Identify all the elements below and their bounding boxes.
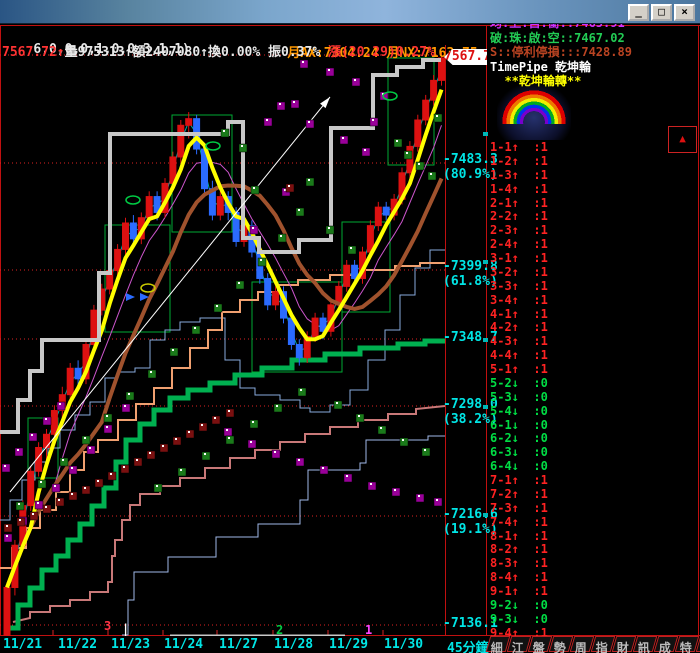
close-button[interactable]: × [674,4,695,21]
signal-row: 9-3↓ :0 [490,612,548,626]
signal-row: 8-2↑ :1 [490,542,548,556]
signal-row: 8-3↑ :1 [490,556,548,570]
rainbow-arch-icon [497,84,571,140]
signal-row: 4-3↑ :1 [490,334,548,348]
maximize-button[interactable]: □ [651,4,672,21]
signal-row: 2-1↑ :1 [490,196,548,210]
bottom-bar: 11/21 11/22 11/23 11/24 11/27 11/28 11/29 11/30… [0,636,700,653]
tab-strip[interactable]: 細江盤勢周指財訊成特解 [488,636,700,652]
signal-row: 3-3↑ :1 [490,279,548,293]
date-label: 11/24 [164,637,203,652]
date-label: 11/29 [329,637,368,652]
quote-segment: 7567.72 [2,45,57,60]
quote-segment: 換0.00% [208,45,268,60]
interval-label[interactable]: 45分鐘 [447,637,489,653]
quote-segment: 額2407080 [132,45,200,60]
signal-row: 8-4↑ :1 [490,570,548,584]
signal-row: 2-3↑ :1 [490,223,548,237]
signal-row: 8-1↑ :1 [490,529,548,543]
signal-row: 9-2↓ :0 [490,598,548,612]
signal-row: 7-3↑ :1 [490,501,548,515]
quote-line: 7567.72↑量975313↑額2407080↑換0.00% 振0.37% 漲… [2,41,435,60]
signal-row: 5-2↓ :0 [490,376,548,390]
date-label: 11/23 [111,637,150,652]
quote-segment: 振0.37% [268,45,328,60]
quote-segment: 漲(20.29)0.27% [328,45,435,60]
svg-text:1: 1 [365,623,372,636]
signal-row: 7-2↑ :1 [490,487,548,501]
signal-row: 5-4↓ :0 [490,404,548,418]
quote-segment: 量975313 [65,45,125,60]
svg-text:|: | [122,622,129,636]
signal-row: 4-2↑ :1 [490,320,548,334]
signal-row: 3-2↑ :1 [490,265,548,279]
signal-row: 5-1↑ :1 [490,362,548,376]
border-tick [483,405,488,409]
svg-text:3: 3 [104,619,111,633]
signal-row: 4-4↑ :1 [490,348,548,362]
quote-segment: ↑ [57,45,65,60]
signal-row: 2-2↑ :1 [490,209,548,223]
signal-row: 2-4↑ :1 [490,237,548,251]
signal-row: 7-4↑ :1 [490,515,548,529]
signal-row: 1-4↑ :1 [490,182,548,196]
right-border [698,25,699,652]
minimize-button[interactable]: _ [628,4,649,21]
signal-list[interactable]: 1-1↑ :11-2↑ :11-3↑ :11-4↑ :12-1↑ :12-2↑ … [490,140,548,640]
border-tick [483,132,488,136]
date-label: 11/28 [274,637,313,652]
scroll-up-button[interactable]: ▲ [668,126,697,153]
signal-row: 3-1↑ :1 [490,251,548,265]
last-price-tag: 7567.7 [444,49,487,65]
signal-row: 1-3↑ :1 [490,168,548,182]
date-label: 11/21 [3,637,42,652]
signal-row: 6-3↓ :0 [490,445,548,459]
date-label: 11/22 [58,637,97,652]
date-label: 11/30 [384,637,423,652]
quote-segment: ↑ [200,45,208,60]
svg-text:2: 2 [276,623,283,636]
trading-app-window: _ □ × 6,0,0,0,1,0,0,3,1,1) 月AX:7304.24 月… [0,0,700,653]
signal-row: 1-2↑ :1 [490,154,548,168]
border-tick [483,513,488,517]
signal-row: 1-1↑ :1 [490,140,548,154]
chart-canvas[interactable]: 3 2 1 | [0,45,446,636]
signal-row: 9-1↑ :1 [490,584,548,598]
border-tick [483,260,488,264]
signal-row: 6-4↓ :0 [490,459,548,473]
border-tick [483,338,488,342]
signal-row: 6-2↓ :0 [490,431,548,445]
signal-row: 7-1↑ :1 [490,473,548,487]
title-bar[interactable]: _ □ × [0,0,700,24]
signal-row: 3-4↑ :1 [490,293,548,307]
signal-row: 5-3↓ :0 [490,390,548,404]
date-label: 11/27 [219,637,258,652]
candlestick-chart[interactable]: 3 2 1 | [0,45,446,636]
signal-row: 4-1↑ :1 [490,307,548,321]
signal-row: 6-1↓ :0 [490,418,548,432]
